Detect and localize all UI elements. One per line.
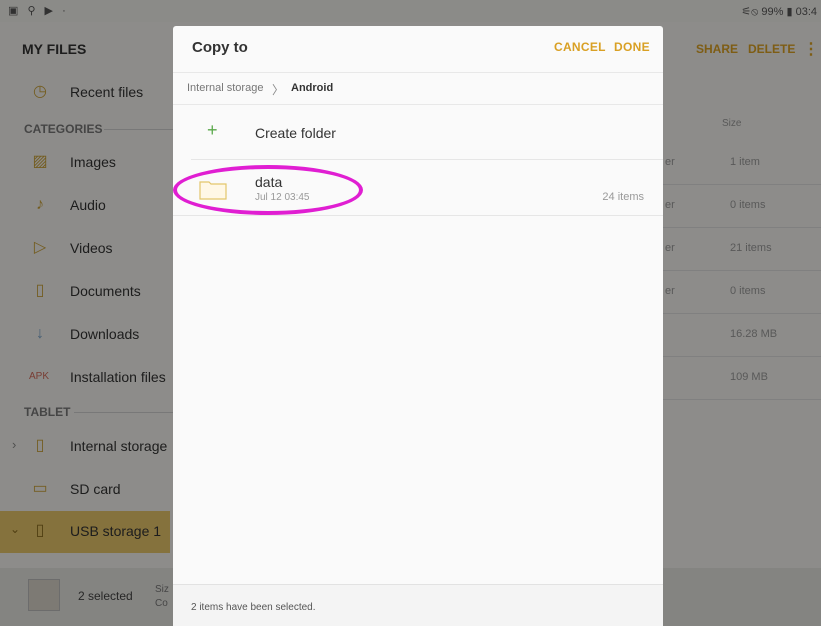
copy-to-dialog: Copy to CANCEL DONE Internal storage 〉 A… (173, 26, 663, 626)
cancel-button[interactable]: CANCEL (554, 40, 606, 54)
highlight-ellipse (173, 165, 363, 215)
selection-status-text: 2 items have been selected. (191, 602, 316, 613)
done-button[interactable]: DONE (614, 40, 650, 54)
create-folder-button[interactable]: + Create folder (173, 106, 663, 160)
dialog-footer: 2 items have been selected. (173, 584, 663, 626)
plus-icon: + (207, 120, 218, 140)
dialog-title: Copy to (192, 39, 248, 56)
breadcrumb: Internal storage 〉 Android (173, 72, 663, 105)
breadcrumb-separator-icon: 〉 (272, 83, 285, 97)
breadcrumb-internal-storage[interactable]: Internal storage (187, 82, 263, 94)
breadcrumb-android[interactable]: Android (291, 82, 333, 94)
folder-item-count: 24 items (602, 191, 644, 203)
create-folder-label: Create folder (255, 125, 336, 141)
